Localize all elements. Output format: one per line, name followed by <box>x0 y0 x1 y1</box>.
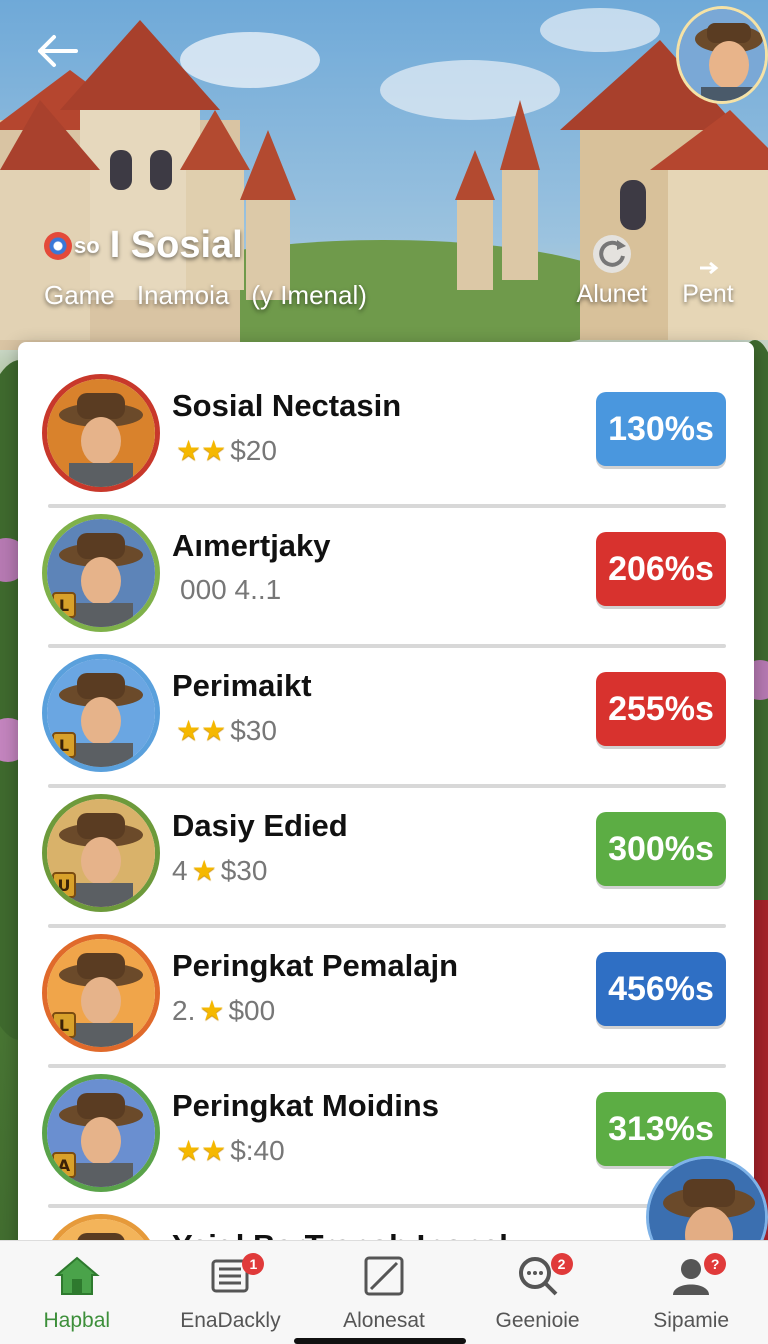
player-meta: ★★ $20 <box>172 434 277 467</box>
star-rating-icon: ★★ <box>176 1135 227 1166</box>
score-pill-button[interactable]: 456%s <box>596 952 726 1026</box>
nav-enadackly[interactable]: 1 EnaDackly <box>154 1241 308 1344</box>
nav-geenioie[interactable]: 2 Geenioie <box>461 1241 615 1344</box>
nav-enadackly-label: EnaDackly <box>180 1309 281 1332</box>
rank-badge-letter: A <box>58 1156 71 1175</box>
nav-sipamie-label: Sipamie <box>653 1309 730 1332</box>
list-item[interactable]: L Peringkat Pemalajn 2. ★ $00 456%s <box>18 918 754 1068</box>
list-item[interactable]: L Aımertjaky 000 4..1 206%s <box>18 498 754 648</box>
player-name: Sosial Nectasin <box>172 388 402 423</box>
notification-badge: ? <box>704 1253 727 1275</box>
header-tabs: Game Inamoia (y Imenal) <box>44 280 367 311</box>
home-icon <box>54 1256 100 1295</box>
brand-logo-icon <box>44 231 72 260</box>
bottom-nav: Hapbal 1 EnaDackly Alonesat 2 Geenioie ?… <box>0 1240 768 1344</box>
star-rating-icon: ★★ <box>176 715 227 746</box>
player-name: Peringkat Pemalajn <box>172 948 459 983</box>
star-rating-icon: ★★ <box>176 435 227 466</box>
back-button[interactable] <box>28 26 84 76</box>
score-pill-button[interactable]: 130%s <box>596 392 726 466</box>
nav-home-label: Hapbal <box>43 1309 111 1332</box>
tab-inamoia[interactable]: Inamoia <box>137 280 230 311</box>
home-indicator <box>294 1338 466 1344</box>
back-arrow-icon <box>38 35 78 67</box>
tab-game[interactable]: Game <box>44 280 115 311</box>
list-item[interactable]: Sosial Nectasin ★★ $20 130%s <box>18 358 754 508</box>
meta-value: $:40 <box>230 1134 285 1166</box>
rank-badge-letter: L <box>59 736 69 755</box>
cowboy-portrait-icon <box>47 379 155 487</box>
cowboy-portrait-icon: L <box>47 659 155 767</box>
player-meta: 2. ★ $00 <box>172 994 275 1027</box>
rank-badge-letter: L <box>59 1016 69 1035</box>
cowboy-portrait-icon: U <box>47 799 155 907</box>
player-name: Aımertjaky <box>172 528 331 563</box>
player-avatar: U <box>42 794 160 912</box>
image-icon <box>364 1256 404 1296</box>
player-name: Perimaikt <box>172 668 312 703</box>
star-rating-icon: ★ <box>199 995 225 1026</box>
rank-badge-letter: L <box>59 596 69 615</box>
alunet-label: Alunet <box>576 280 648 308</box>
nav-geenioie-label: Geenioie <box>495 1309 580 1332</box>
refresh-icon <box>593 235 631 273</box>
score-pill-button[interactable]: 206%s <box>596 532 726 606</box>
nav-sipamie[interactable]: ? Sipamie <box>614 1241 768 1344</box>
user-avatar[interactable] <box>676 6 768 104</box>
player-meta: 4 ★ $30 <box>172 854 267 887</box>
player-avatar: L <box>42 514 160 632</box>
star-rating-icon: ★ <box>191 855 217 886</box>
pent-label: Pent <box>682 280 734 308</box>
alunet-button[interactable]: Alunet <box>566 232 658 309</box>
leaderboard-list: Sosial Nectasin ★★ $20 130%s L Aımertjaky 000 … <box>18 342 754 1262</box>
meta-value: $30 <box>230 714 277 746</box>
meta-value: 000 4..1 <box>180 574 282 605</box>
player-name: Peringkat Moidins <box>172 1088 439 1123</box>
player-name: Dasiy Edied <box>172 808 348 843</box>
meta-prefix: 2. <box>172 994 196 1026</box>
meta-prefix: 4 <box>172 854 188 886</box>
list-item[interactable]: A Peringkat Moidins ★★ $:40 313%s <box>18 1058 754 1208</box>
cowboy-portrait-icon: A <box>47 1079 155 1187</box>
player-avatar: L <box>42 934 160 1052</box>
notification-badge: 1 <box>242 1253 265 1275</box>
score-pill-button[interactable]: 255%s <box>596 672 726 746</box>
signal-icon <box>700 261 719 275</box>
nav-alonesat-label: Alonesat <box>343 1309 425 1332</box>
player-avatar: A <box>42 1074 160 1192</box>
tab-imenal[interactable]: (y Imenal) <box>251 280 367 311</box>
page-title: I Sosial <box>109 224 243 266</box>
cowboy-portrait-icon: L <box>47 519 155 627</box>
list-item[interactable]: L Perimaikt ★★ $30 255%s <box>18 638 754 788</box>
player-meta: ★★ $30 <box>172 714 277 747</box>
nav-alonesat[interactable]: Alonesat <box>307 1241 461 1344</box>
brand-badge: so <box>44 231 100 260</box>
meta-value: $00 <box>228 994 276 1026</box>
score-pill-button[interactable]: 313%s <box>596 1092 726 1166</box>
meta-value: $20 <box>230 434 277 466</box>
player-avatar: L <box>42 654 160 772</box>
brand-badge-text: so <box>74 232 100 258</box>
header-actions: Alunet Pent <box>560 232 750 316</box>
notification-badge: 2 <box>550 1253 573 1275</box>
score-pill-button[interactable]: 300%s <box>596 812 726 886</box>
meta-value: $30 <box>220 854 268 886</box>
player-meta: 000 4..1 <box>172 574 281 606</box>
rank-badge-letter: U <box>58 876 71 895</box>
nav-home[interactable]: Hapbal <box>0 1241 154 1344</box>
player-avatar <box>42 374 160 492</box>
pent-button[interactable]: Pent <box>668 232 748 309</box>
list-item[interactable]: U Dasiy Edied 4 ★ $30 300%s <box>18 778 754 928</box>
cowboy-portrait-icon: L <box>47 939 155 1047</box>
player-meta: ★★ $:40 <box>172 1134 285 1167</box>
